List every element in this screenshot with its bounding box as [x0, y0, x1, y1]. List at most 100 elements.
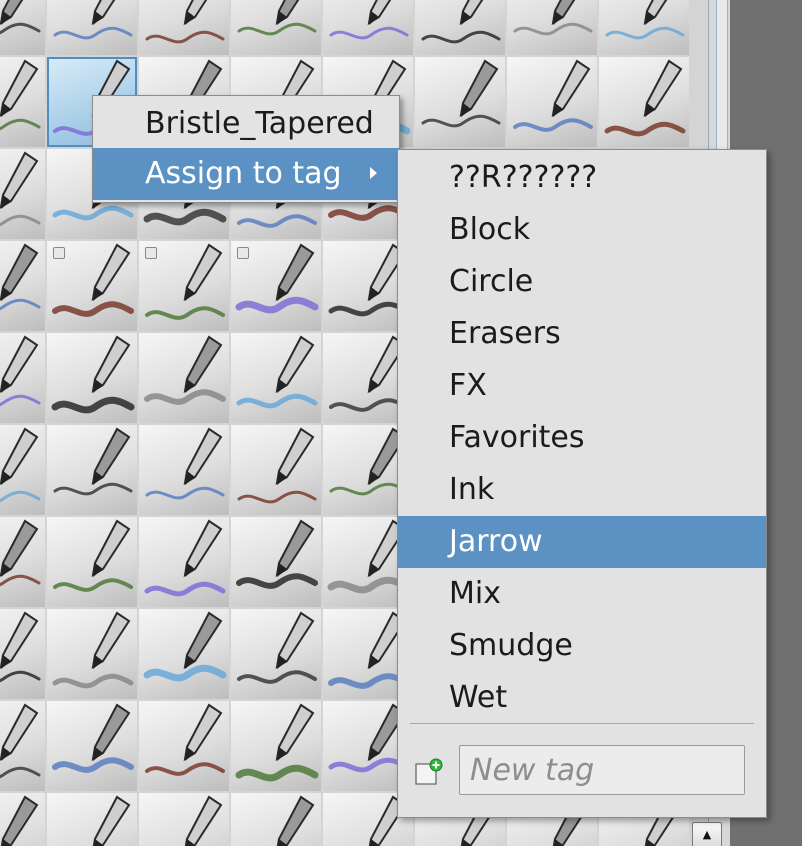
submenu-separator — [410, 723, 754, 724]
brush-preset-tile[interactable] — [599, 57, 689, 147]
brush-preset-icon — [236, 519, 318, 589]
brush-preset-icon — [53, 0, 133, 40]
brush-preset-icon — [143, 611, 227, 682]
brush-preset-icon — [51, 335, 135, 414]
brush-preset-tile[interactable] — [0, 57, 45, 147]
brush-preset-tile[interactable] — [0, 701, 45, 791]
brush-preset-icon — [605, 0, 685, 40]
brush-preset-icon — [144, 519, 226, 597]
tag-menu-item[interactable]: Block — [398, 204, 766, 256]
brush-preset-tile[interactable] — [139, 517, 229, 607]
brush-preset-tile[interactable] — [0, 333, 45, 423]
brush-preset-tile[interactable] — [47, 241, 137, 331]
scroll-up-arrow-icon[interactable]: ▲ — [692, 822, 722, 846]
assign-to-tag-menu-item[interactable]: Assign to tag — [93, 148, 399, 200]
brush-preset-tile[interactable] — [0, 517, 45, 607]
tag-menu-item[interactable]: Erasers — [398, 308, 766, 360]
tag-menu-item[interactable]: FX — [398, 360, 766, 412]
brush-preset-tile[interactable] — [47, 333, 137, 423]
brush-preset-tile[interactable] — [231, 517, 321, 607]
brush-preset-icon — [0, 335, 41, 407]
brush-preset-icon — [329, 0, 409, 40]
context-menu: Bristle_Tapered Assign to tag — [92, 95, 400, 203]
brush-preset-tile[interactable] — [47, 701, 137, 791]
brush-preset-tile[interactable] — [0, 0, 45, 55]
brush-preset-tile[interactable] — [139, 609, 229, 699]
tag-menu-item[interactable]: Ink — [398, 464, 766, 516]
tag-menu-item[interactable]: Circle — [398, 256, 766, 308]
brush-preset-tile[interactable] — [415, 57, 505, 147]
tag-menu-item[interactable]: Favorites — [398, 412, 766, 464]
brush-preset-tile[interactable] — [47, 425, 137, 515]
brush-preset-tile[interactable] — [139, 793, 229, 846]
brush-preset-icon — [0, 611, 41, 683]
brush-preset-tile[interactable] — [231, 425, 321, 515]
brush-preset-tile[interactable] — [415, 0, 505, 55]
tag-menu-item[interactable]: Wet — [398, 672, 766, 724]
brush-preset-tile[interactable] — [47, 609, 137, 699]
brush-preset-tile[interactable] — [231, 0, 321, 55]
brush-preset-icon — [513, 59, 593, 132]
brush-preset-icon — [92, 795, 131, 846]
brush-preset-tile[interactable] — [139, 701, 229, 791]
brush-preset-icon — [237, 427, 317, 504]
brush-preset-icon — [52, 703, 134, 773]
tag-menu-item[interactable]: ??R?????? — [398, 152, 766, 204]
brush-preset-tile[interactable] — [139, 0, 229, 55]
brush-preset-icon — [0, 795, 39, 846]
new-tag-input[interactable] — [459, 745, 745, 795]
brush-preset-icon — [0, 703, 41, 779]
tag-menu-item[interactable]: Jarrow — [398, 516, 766, 568]
brush-preset-icon — [145, 703, 225, 776]
context-menu-preset-name: Bristle_Tapered — [145, 106, 374, 141]
brush-preset-icon — [53, 519, 133, 592]
submenu-arrow-icon — [370, 167, 377, 179]
brush-preset-tile[interactable] — [231, 609, 321, 699]
brush-preset-icon — [237, 0, 317, 36]
new-tag-plus-icon[interactable] — [414, 758, 444, 788]
brush-preset-icon — [0, 243, 41, 311]
brush-preset-tile[interactable] — [0, 793, 45, 846]
brush-preset-icon — [144, 335, 226, 405]
preset-settings-icon — [237, 247, 249, 259]
brush-preset-icon — [421, 59, 501, 128]
brush-preset-tile[interactable] — [323, 0, 413, 55]
brush-preset-icon — [184, 795, 223, 846]
brush-preset-tile[interactable] — [139, 425, 229, 515]
brush-preset-tile[interactable] — [0, 149, 45, 239]
brush-preset-tile[interactable] — [139, 333, 229, 423]
tag-menu-item[interactable]: Mix — [398, 568, 766, 620]
tag-menu-item[interactable]: Smudge — [398, 620, 766, 672]
preset-settings-icon — [53, 247, 65, 259]
brush-preset-icon — [235, 703, 319, 782]
brush-preset-icon — [0, 151, 41, 227]
brush-preset-icon — [237, 611, 317, 684]
brush-preset-tile[interactable] — [507, 0, 597, 55]
brush-preset-tile[interactable] — [231, 333, 321, 423]
assign-to-tag-label: Assign to tag — [145, 156, 342, 191]
brush-preset-icon — [53, 427, 133, 496]
brush-preset-tile[interactable] — [47, 793, 137, 846]
brush-preset-icon — [145, 0, 225, 44]
brush-preset-icon — [276, 795, 315, 846]
brush-preset-icon — [513, 0, 593, 36]
brush-preset-icon — [0, 519, 41, 587]
brush-preset-icon — [604, 59, 686, 137]
brush-preset-tile[interactable] — [0, 241, 45, 331]
brush-preset-tile[interactable] — [139, 241, 229, 331]
brush-preset-tile[interactable] — [231, 701, 321, 791]
brush-preset-tile[interactable] — [0, 425, 45, 515]
brush-preset-tile[interactable] — [231, 241, 321, 331]
preset-settings-icon — [145, 247, 157, 259]
brush-preset-icon — [0, 0, 41, 35]
assign-tag-submenu: ??R?????? Block Circle Erasers FX Favorites In… — [397, 149, 767, 818]
brush-preset-tile[interactable] — [47, 0, 137, 55]
brush-preset-tile[interactable] — [507, 57, 597, 147]
brush-preset-tile[interactable] — [599, 0, 689, 55]
brush-preset-icon — [0, 59, 41, 131]
brush-preset-icon — [421, 0, 501, 44]
brush-preset-tile[interactable] — [231, 793, 321, 846]
brush-preset-tile[interactable] — [0, 609, 45, 699]
brush-preset-icon — [52, 611, 134, 689]
brush-preset-tile[interactable] — [47, 517, 137, 607]
